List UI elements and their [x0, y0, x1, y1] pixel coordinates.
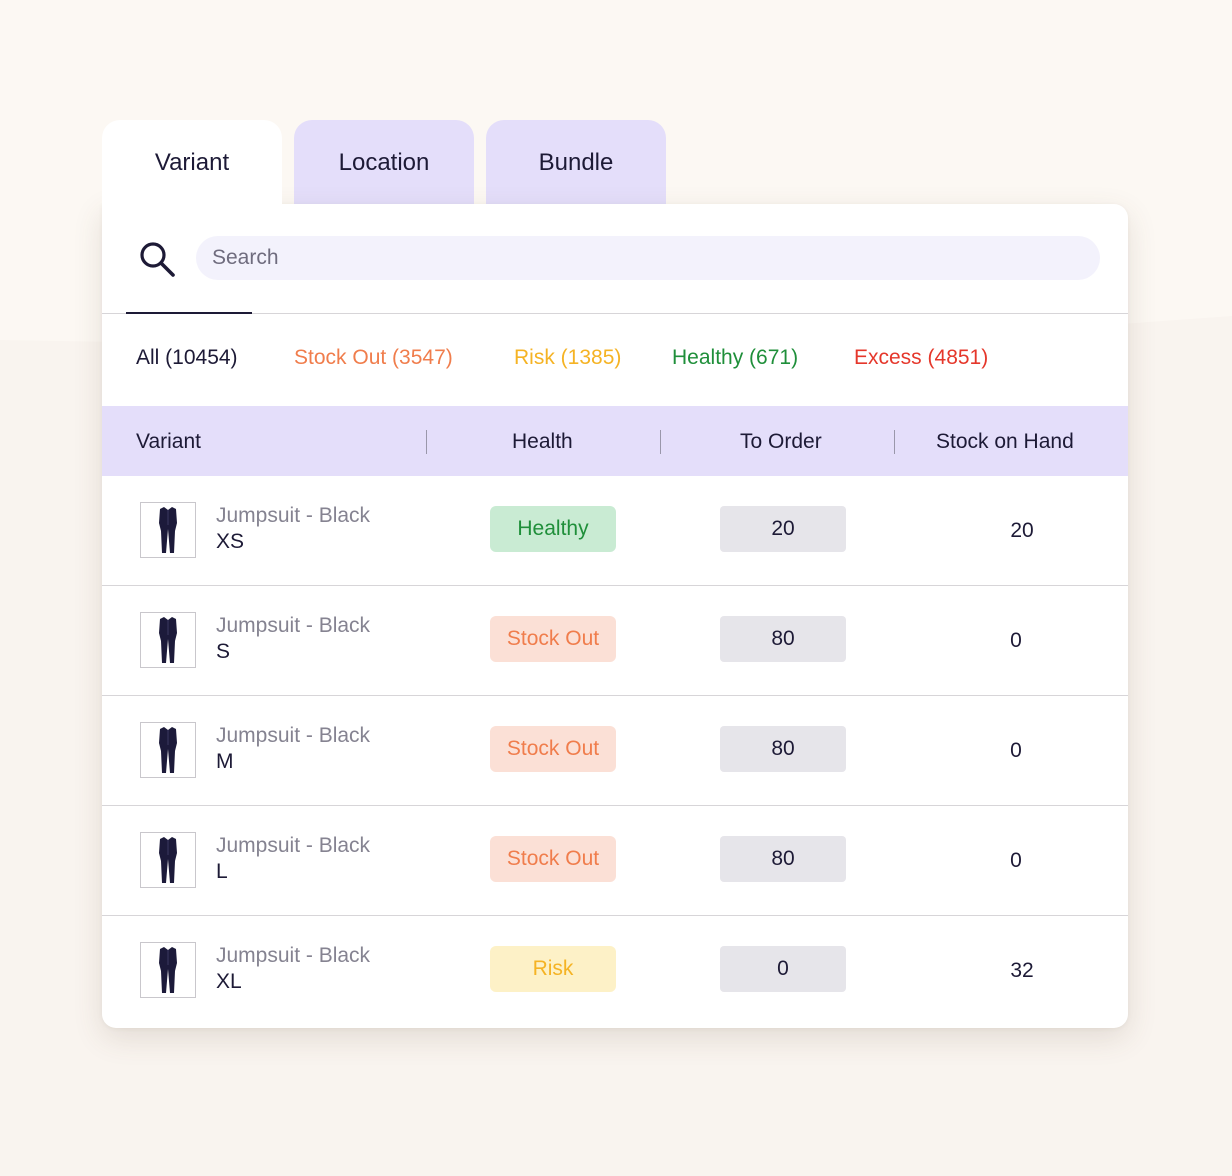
stock-on-hand-value: 0: [1010, 629, 1022, 652]
filter-all[interactable]: All (10454): [136, 346, 238, 370]
search-bar: [102, 204, 1128, 314]
health-badge: Stock Out: [490, 836, 616, 882]
column-divider: [660, 430, 661, 454]
filter-healthy[interactable]: Healthy (671): [672, 346, 798, 370]
product-size: L: [216, 860, 228, 883]
product-name: Jumpsuit - Black: [216, 614, 371, 637]
to-order-input[interactable]: [720, 506, 846, 552]
tab-variant[interactable]: Variant: [102, 120, 282, 210]
filter-stock-out[interactable]: Stock Out (3547): [294, 346, 453, 370]
table-row[interactable]: Jumpsuit - Black L Stock Out 0: [102, 806, 1128, 916]
stock-on-hand-value: 32: [1010, 959, 1034, 982]
table-row[interactable]: Jumpsuit - Black XL Risk 32: [102, 916, 1128, 1026]
product-size: S: [216, 640, 231, 663]
health-badge: Stock Out: [490, 726, 616, 772]
product-thumbnail: [140, 612, 196, 668]
table-row[interactable]: Jumpsuit - Black S Stock Out 0: [102, 586, 1128, 696]
health-badge: Stock Out: [490, 616, 616, 662]
column-header-variant[interactable]: Variant: [136, 430, 201, 454]
stock-on-hand-value: 20: [1010, 519, 1034, 542]
to-order-input[interactable]: [720, 836, 846, 882]
table-header: Variant Health To Order Stock on Hand: [102, 406, 1128, 476]
column-divider: [894, 430, 895, 454]
to-order-input[interactable]: [720, 616, 846, 662]
inventory-panel: All (10454) Stock Out (3547) Risk (1385)…: [102, 204, 1128, 1028]
product-name: Jumpsuit - Black: [216, 724, 371, 747]
product-name: Jumpsuit - Black: [216, 504, 371, 527]
to-order-input[interactable]: [720, 726, 846, 772]
tab-bundle[interactable]: Bundle: [486, 120, 666, 210]
jumpsuit-icon: [159, 947, 177, 993]
column-divider: [426, 430, 427, 454]
product-thumbnail: [140, 502, 196, 558]
jumpsuit-icon: [159, 617, 177, 663]
column-header-health[interactable]: Health: [512, 430, 573, 454]
stock-on-hand-value: 0: [1010, 849, 1022, 872]
tab-location-label: Location: [338, 149, 430, 176]
health-badge: Healthy: [490, 506, 616, 552]
product-thumbnail: [140, 722, 196, 778]
column-header-stock-on-hand[interactable]: Stock on Hand: [936, 430, 1074, 454]
to-order-input[interactable]: [720, 946, 846, 992]
column-header-to-order[interactable]: To Order: [740, 430, 822, 454]
product-size: XL: [216, 970, 242, 993]
product-size: M: [216, 750, 234, 773]
tab-bundle-label: Bundle: [538, 149, 614, 176]
filter-risk[interactable]: Risk (1385): [514, 346, 621, 370]
jumpsuit-icon: [159, 837, 177, 883]
search-icon[interactable]: [138, 240, 176, 278]
filter-excess[interactable]: Excess (4851): [854, 346, 988, 370]
table-row[interactable]: Jumpsuit - Black M Stock Out 0: [102, 696, 1128, 806]
product-thumbnail: [140, 942, 196, 998]
product-name: Jumpsuit - Black: [216, 834, 371, 857]
table-row[interactable]: Jumpsuit - Black XS Healthy 20: [102, 476, 1128, 586]
product-thumbnail: [140, 832, 196, 888]
table-body: Jumpsuit - Black XS Healthy 20 Jumpsuit …: [102, 476, 1128, 1026]
health-filter-bar: All (10454) Stock Out (3547) Risk (1385)…: [102, 314, 1128, 406]
search-input[interactable]: [196, 236, 1100, 280]
health-badge: Risk: [490, 946, 616, 992]
stock-on-hand-value: 0: [1010, 739, 1022, 762]
product-size: XS: [216, 530, 245, 553]
product-name: Jumpsuit - Black: [216, 944, 371, 967]
jumpsuit-icon: [159, 507, 177, 553]
tab-location[interactable]: Location: [294, 120, 474, 210]
jumpsuit-icon: [159, 727, 177, 773]
tab-variant-label: Variant: [154, 149, 230, 176]
